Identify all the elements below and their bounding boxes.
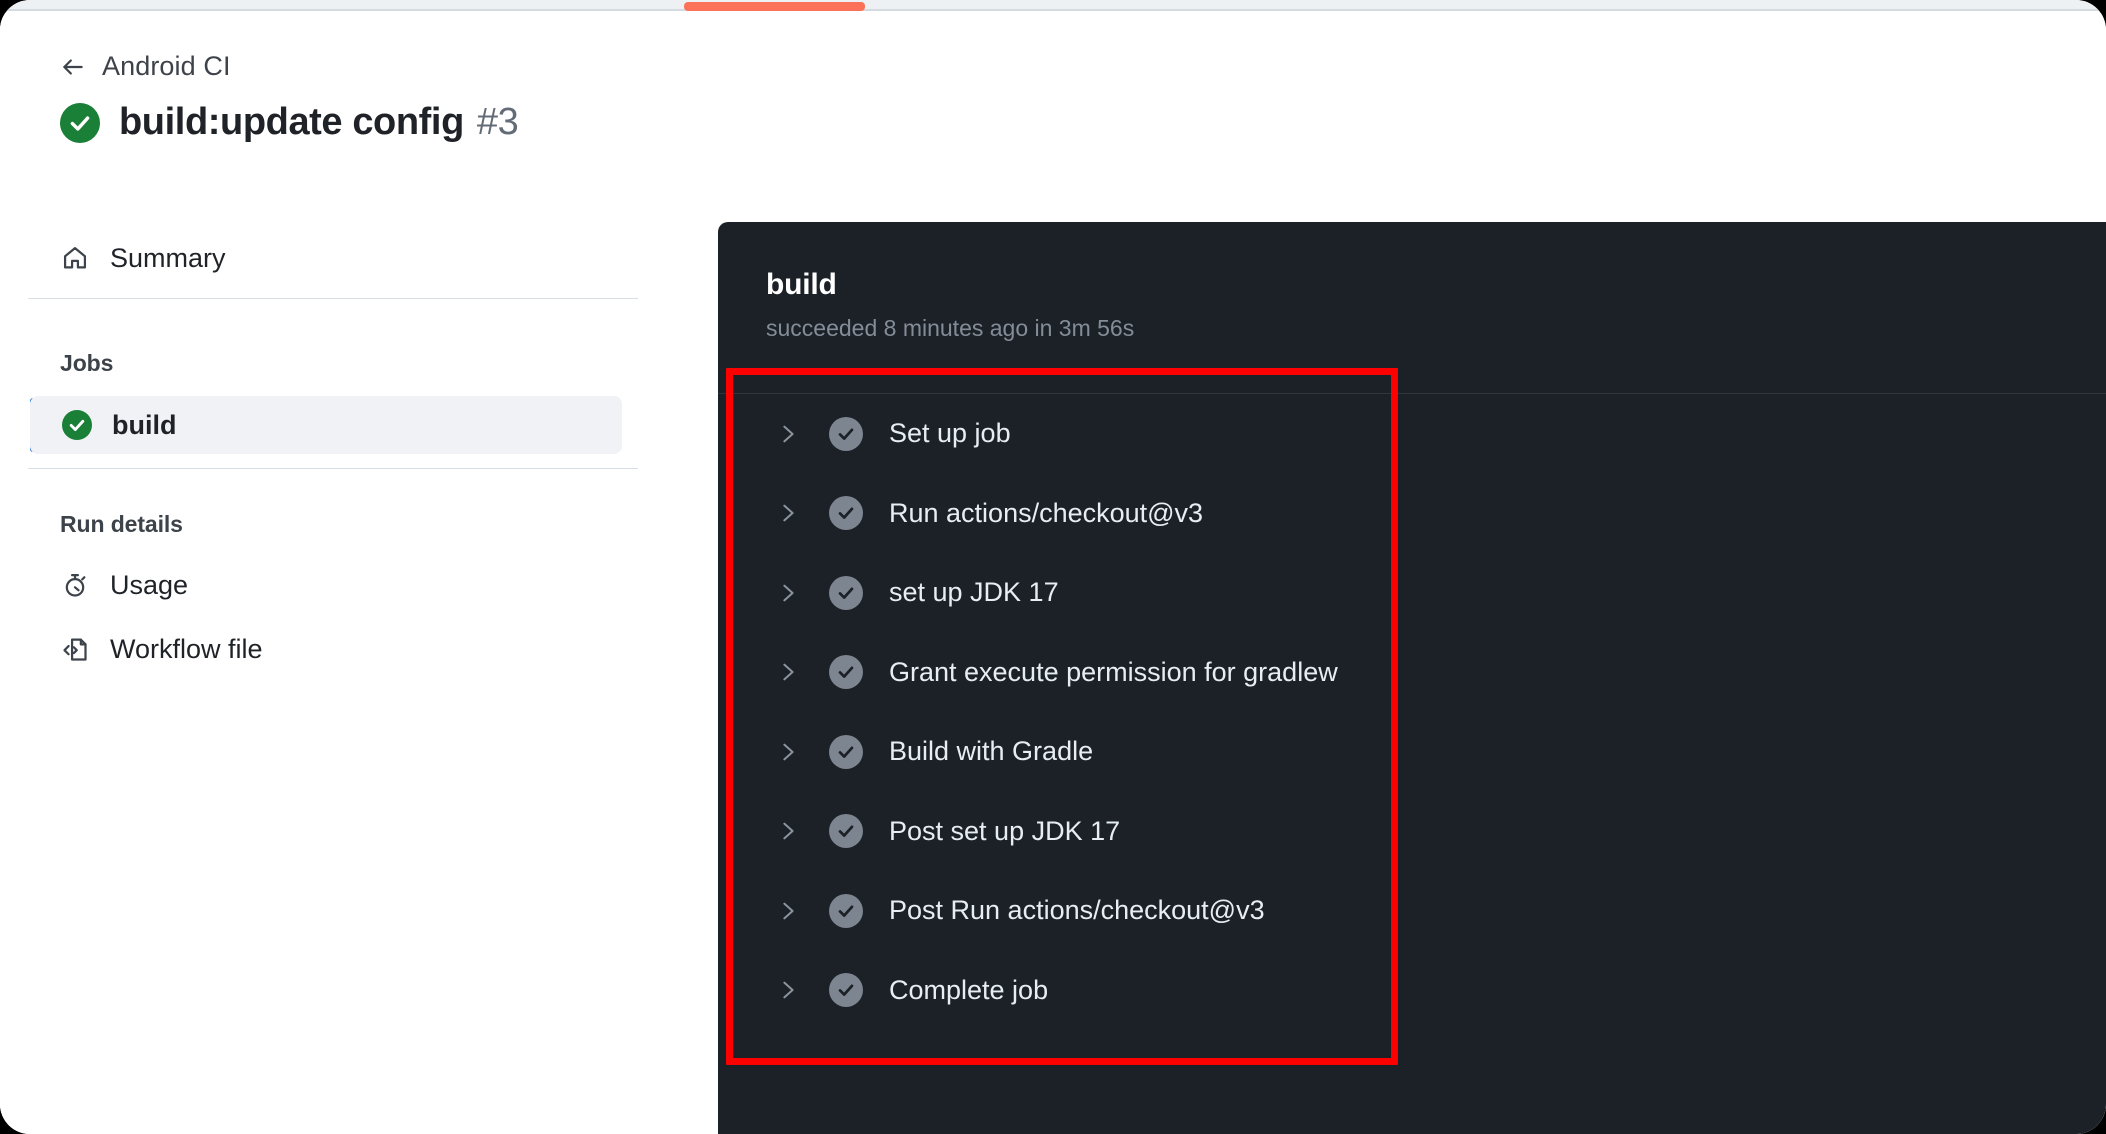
arrow-left-icon [60,54,86,80]
step-label: Run actions/checkout@v3 [889,497,1204,528]
page-root: Android CI build:update config #3 Summar… [0,0,2106,1134]
check-circle-icon [829,496,863,531]
page-content: Android CI build:update config #3 Summar… [0,13,2106,1134]
check-circle-icon [829,973,863,1008]
step-row[interactable]: Post set up JDK 17 [718,792,2106,872]
jobs-section-label: Jobs [60,350,114,376]
check-circle-icon [62,410,92,440]
sidebar-item-workflow-file[interactable]: Workflow file [38,622,338,676]
stopwatch-icon [60,570,90,600]
sidebar-item-job-build[interactable]: build [30,396,622,454]
job-steps-list: Set up job Run actions/checkout@v3 set up … [718,394,2106,1030]
run-details-section-label: Run details [60,511,183,537]
sidebar-divider [28,298,638,299]
step-label: set up JDK 17 [889,577,1059,608]
chevron-right-icon[interactable] [777,423,799,445]
step-row[interactable]: set up JDK 17 [718,553,2106,633]
chevron-right-icon[interactable] [777,820,799,842]
active-tab-indicator[interactable] [684,2,865,11]
job-log-panel: build succeeded 8 minutes ago in 3m 56s … [718,222,2106,1134]
browser-chrome-strip [0,0,2106,11]
sidebar-item-label: Usage [110,569,189,600]
run-number: #3 [476,101,519,143]
step-row[interactable]: Complete job [718,951,2106,1031]
sidebar: Android CI build:update config #3 Summar… [0,13,718,1134]
sidebar-item-label: Workflow file [110,633,263,664]
step-label: Complete job [889,974,1049,1005]
chevron-right-icon[interactable] [777,979,799,1001]
sidebar-item-label: Summary [110,242,226,273]
check-circle-icon [829,416,863,451]
job-log-header: build succeeded 8 minutes ago in 3m 56s [718,222,2106,342]
step-label: Build with Gradle [889,736,1094,767]
check-circle-icon [60,102,100,143]
chevron-right-icon[interactable] [777,661,799,683]
step-row[interactable]: Build with Gradle [718,712,2106,792]
check-circle-icon [829,893,863,928]
job-log-subtitle: succeeded 8 minutes ago in 3m 56s [766,315,1135,341]
sidebar-divider [28,468,638,469]
step-row[interactable]: Post Run actions/checkout@v3 [718,871,2106,951]
workflow-file-icon [60,634,90,664]
job-label: build [112,409,177,440]
breadcrumb[interactable]: Android CI [60,51,231,82]
sidebar-item-summary[interactable]: Summary [38,231,288,285]
step-row[interactable]: Grant execute permission for gradlew [718,633,2106,713]
run-name: build:update config [119,101,464,143]
check-circle-icon [829,655,863,690]
step-row[interactable]: Run actions/checkout@v3 [718,474,2106,554]
home-icon [60,243,90,273]
run-title-text: build:update config #3 [119,101,519,144]
browser-window: Android CI build:update config #3 Summar… [0,0,2106,1134]
page-title: build:update config #3 [60,101,519,144]
step-label: Post Run actions/checkout@v3 [889,895,1265,926]
chevron-right-icon[interactable] [777,502,799,524]
breadcrumb-label: Android CI [102,51,231,81]
check-circle-icon [829,734,863,769]
job-log-title: build [766,268,837,301]
sidebar-item-usage[interactable]: Usage [38,558,258,612]
check-circle-icon [829,814,863,849]
chevron-right-icon[interactable] [777,900,799,922]
step-label: Set up job [889,418,1011,449]
step-label: Grant execute permission for gradlew [889,656,1338,687]
check-circle-icon [829,575,863,610]
step-label: Post set up JDK 17 [889,815,1121,846]
chevron-right-icon[interactable] [777,582,799,604]
chevron-right-icon[interactable] [777,741,799,763]
step-row[interactable]: Set up job [718,394,2106,474]
